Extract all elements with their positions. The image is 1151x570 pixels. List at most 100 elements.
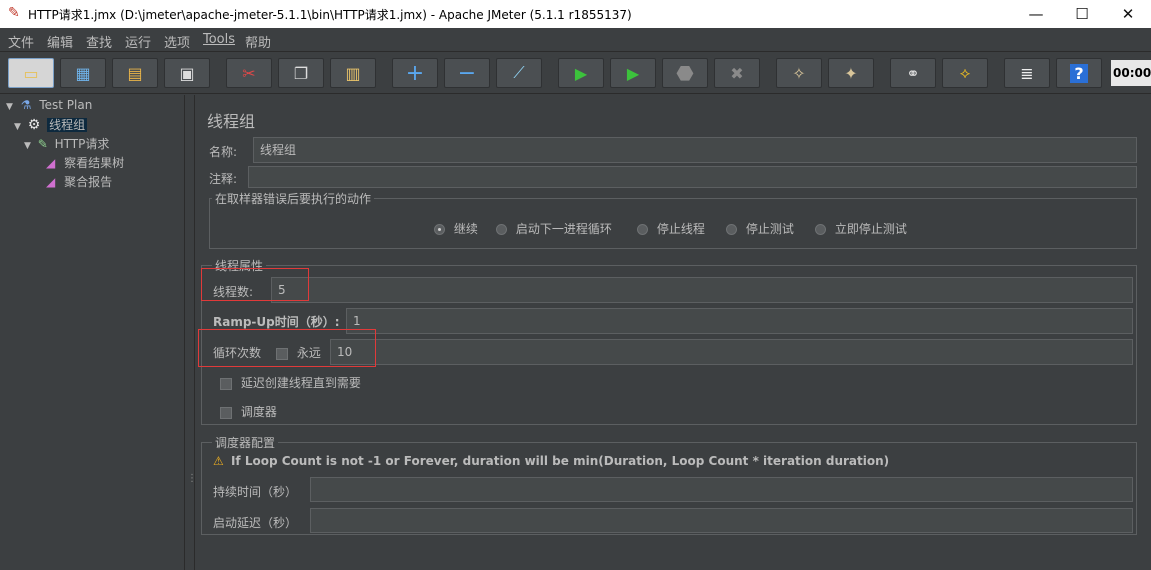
radio-icon[interactable] [496,224,507,235]
reset-search-icon: ⟡ [959,63,971,82]
thread-count-input[interactable]: 5 [271,277,1133,303]
elapsed-timer: 00:00:0 [1111,60,1151,86]
checkbox-icon[interactable] [220,377,232,390]
menu-run[interactable]: 运行 [125,32,151,51]
menu-file[interactable]: 文件 [8,32,34,51]
scheduler-checkbox[interactable]: 调度器 [220,403,277,420]
start-icon: ▶ [574,63,588,83]
rampup-input[interactable]: 1 [346,308,1133,334]
minimize-button[interactable]: — [1013,0,1059,28]
gear-icon: ⚙ [27,117,41,133]
flask-icon: ⚗ [20,98,32,112]
window-title-bar: ✎ HTTP请求1.jmx (D:\jmeter\apache-jmeter-5… [0,0,1151,28]
startup-delay-input[interactable] [310,508,1133,533]
tree-label: Test Plan [39,98,93,112]
clear-all-icon: ✦ [844,63,858,83]
warning-text: If Loop Count is not -1 or Forever, dura… [230,454,890,468]
radio-start-next-loop[interactable]: 启动下一进程循环 [496,220,612,237]
menu-search[interactable]: 查找 [86,32,112,51]
templates-button[interactable]: ▦ [60,58,106,88]
cut-button[interactable]: ✂ [226,58,272,88]
radio-icon[interactable] [637,224,648,235]
tree-label: 察看结果树 [64,156,125,170]
collapse-icon: − [457,60,477,86]
search-button[interactable]: ⚭ [890,58,936,88]
menu-help[interactable]: 帮助 [245,32,271,51]
menu-options[interactable]: 选项 [164,32,190,51]
function-helper-icon: ≣ [1020,63,1034,83]
name-input[interactable]: 线程组 [253,137,1137,163]
chart-icon: ◢ [46,175,56,189]
radio-icon[interactable] [815,224,826,235]
expand-arrow-icon[interactable]: ▼ [14,122,21,132]
expand-arrow-icon[interactable]: ▼ [6,102,13,112]
clear-button[interactable]: ✧ [776,58,822,88]
startup-delay-label: 启动延迟（秒） [213,516,298,530]
maximize-button[interactable]: ☐ [1059,0,1105,28]
tree-node-aggregate-report[interactable]: ◢ 聚合报告 [46,173,112,191]
rampup-label: Ramp-Up时间（秒）: [213,315,340,329]
expand-arrow-icon[interactable]: ▼ [24,141,31,151]
delay-thread-creation-checkbox[interactable]: 延迟创建线程直到需要 [220,374,361,391]
paste-icon: ▥ [345,63,361,83]
chart-icon: ◢ [46,156,56,170]
paste-button[interactable]: ▥ [330,58,376,88]
toggle-button[interactable]: ⟋ [496,58,542,88]
close-button[interactable]: ✕ [1105,0,1151,28]
split-pane-divider[interactable]: ⋮ [184,95,197,570]
radio-label: 继续 [453,222,478,236]
start-no-pause-icon: ▶ [626,63,640,83]
radio-label: 立即停止测试 [834,222,907,236]
checkbox-icon[interactable] [220,406,232,419]
copy-button[interactable]: ❐ [278,58,324,88]
delay-label: 延迟创建线程直到需要 [240,376,361,390]
reset-search-button[interactable]: ⟡ [942,58,988,88]
radio-stop-test-now[interactable]: 立即停止测试 [815,220,907,237]
tree-node-http-request[interactable]: ▼ ✎ HTTP请求 [24,135,109,153]
start-no-pause-button[interactable]: ▶ [610,58,656,88]
duration-input[interactable] [310,477,1133,502]
new-icon: ▭ [23,63,39,83]
menu-bar: 文件 编辑 查找 运行 选项 Tools 帮助 [0,28,1151,52]
help-button[interactable]: ? [1056,58,1102,88]
shutdown-button[interactable]: ✖ [714,58,760,88]
tree-node-test-plan[interactable]: ▼ ⚗ Test Plan [6,96,92,114]
clear-all-button[interactable]: ✦ [828,58,874,88]
new-button[interactable]: ▭ [8,58,54,88]
radio-selected-icon[interactable] [434,224,445,235]
stop-button[interactable]: ⬣ [662,58,708,88]
expand-button[interactable]: + [392,58,438,88]
radio-stop-thread[interactable]: 停止线程 [637,220,705,237]
pen-icon: ✎ [37,137,48,151]
open-button[interactable]: ▤ [112,58,158,88]
expand-icon: + [405,60,425,86]
tree-label: 聚合报告 [64,175,113,189]
loop-count-input[interactable]: 10 [330,339,1133,365]
scheduler-warning: ⚠ If Loop Count is not -1 or Forever, du… [213,454,889,468]
tree-node-results-tree[interactable]: ◢ 察看结果树 [46,154,124,172]
duration-label: 持续时间（秒） [213,485,298,499]
comment-label: 注释: [209,172,238,186]
radio-continue[interactable]: 继续 [434,220,478,237]
warning-icon: ⚠ [213,454,224,468]
function-helper-button[interactable]: ≣ [1004,58,1050,88]
collapse-button[interactable]: − [444,58,490,88]
tree-node-thread-group[interactable]: ▼ ⚙ 线程组 [14,116,184,134]
stop-icon: ⬣ [676,61,694,85]
menu-tools[interactable]: Tools [203,32,235,47]
comment-input[interactable] [248,166,1137,188]
start-button[interactable]: ▶ [558,58,604,88]
copy-icon: ❐ [293,63,309,83]
tree-label: HTTP请求 [54,137,110,151]
thread-group-panel: 线程组 名称: 线程组 注释: 在取样器错误后要执行的动作 继续 启动下一进程循… [196,95,1151,570]
save-icon: ▣ [179,63,195,83]
radio-stop-test[interactable]: 停止测试 [726,220,794,237]
radio-icon[interactable] [726,224,737,235]
scheduler-config-legend: 调度器配置 [212,434,279,451]
menu-edit[interactable]: 编辑 [47,32,73,51]
save-button[interactable]: ▣ [164,58,210,88]
templates-icon: ▦ [75,63,91,83]
help-icon: ? [1070,63,1088,83]
search-icon: ⚭ [906,63,920,83]
tree-label: 线程组 [47,118,88,132]
